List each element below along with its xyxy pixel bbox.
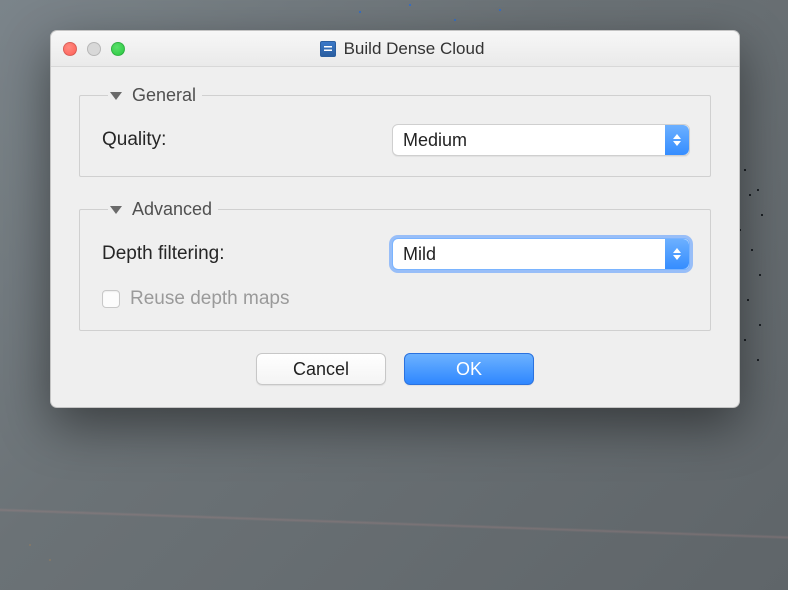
general-legend[interactable]: General [108, 85, 202, 106]
quality-row: Quality: Medium [102, 124, 690, 156]
reuse-depth-row: Reuse depth maps [102, 288, 690, 310]
titlebar[interactable]: Build Dense Cloud [51, 31, 739, 67]
stepper-icon[interactable] [665, 125, 689, 155]
chevron-down-icon[interactable] [110, 206, 122, 214]
dialog-buttons: Cancel OK [79, 353, 711, 385]
dialog-body: General Quality: Medium Advanced [51, 67, 739, 407]
quality-select[interactable]: Medium [392, 124, 690, 156]
reuse-depth-label: Reuse depth maps [130, 288, 290, 310]
quality-value: Medium [393, 130, 665, 151]
depth-filtering-value: Mild [393, 244, 665, 265]
stepper-icon[interactable] [665, 239, 689, 269]
general-legend-text: General [132, 85, 196, 106]
cancel-button[interactable]: Cancel [256, 353, 386, 385]
reuse-depth-checkbox[interactable] [102, 290, 120, 308]
advanced-legend-text: Advanced [132, 199, 212, 220]
advanced-group: Advanced Depth filtering: Mild Reuse dep… [79, 199, 711, 331]
minimize-icon [87, 42, 101, 56]
depth-row: Depth filtering: Mild [102, 238, 690, 270]
dialog-title: Build Dense Cloud [125, 39, 679, 59]
app-icon [320, 41, 336, 57]
advanced-legend[interactable]: Advanced [108, 199, 218, 220]
build-dense-cloud-dialog: Build Dense Cloud General Quality: Mediu… [50, 30, 740, 408]
depth-filtering-label: Depth filtering: [102, 243, 225, 265]
chevron-down-icon[interactable] [110, 92, 122, 100]
depth-filtering-select[interactable]: Mild [392, 238, 690, 270]
close-icon[interactable] [63, 42, 77, 56]
general-group: General Quality: Medium [79, 85, 711, 177]
window-controls [63, 42, 125, 56]
ok-button[interactable]: OK [404, 353, 534, 385]
quality-label: Quality: [102, 129, 166, 151]
dialog-title-text: Build Dense Cloud [344, 39, 485, 59]
maximize-icon[interactable] [111, 42, 125, 56]
